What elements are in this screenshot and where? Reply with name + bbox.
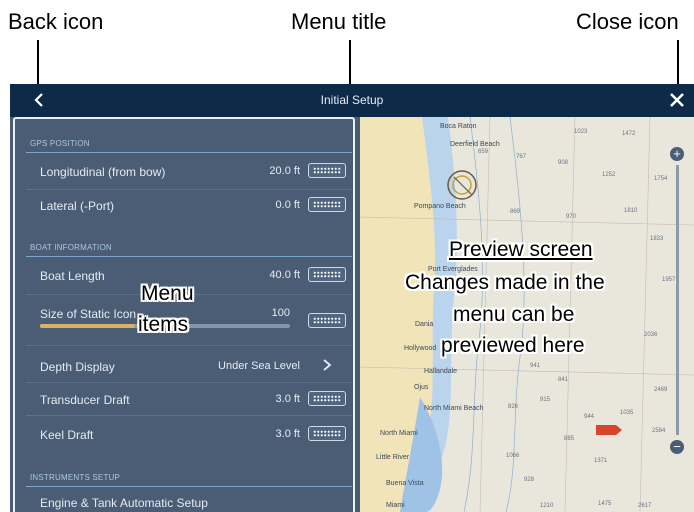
row-label: Lateral (-Port) [40, 199, 115, 213]
depth-sounding: 2036 [644, 332, 658, 338]
row-divider [26, 345, 352, 346]
row-label: Transducer Draft [40, 393, 130, 407]
depth-sounding: 1035 [620, 410, 634, 416]
row-value: 3.0 ft [275, 428, 300, 440]
section-instruments-setup: INSTRUMENTS SETUP [30, 473, 121, 482]
depth-sounding: 1957 [662, 277, 676, 283]
place-little-river: Little River [376, 454, 410, 461]
callout-menu-title: Menu title [291, 9, 387, 34]
place-miami: Miami [386, 502, 405, 509]
depth-sounding: 1833 [650, 236, 664, 242]
callout-preview-heading: Preview screen [449, 238, 593, 261]
zoom-in-button[interactable]: + [670, 147, 684, 161]
depth-sounding: 941 [530, 363, 541, 369]
zoom-slider-track[interactable] [676, 165, 679, 435]
red-vessel-marker [596, 425, 622, 435]
depth-sounding: 659 [478, 149, 489, 155]
close-button[interactable] [666, 89, 688, 111]
row-label: Longitudinal (from bow) [40, 165, 166, 179]
place-hollywood: Hollywood [404, 345, 437, 352]
depth-sounding: 841 [558, 377, 569, 383]
menu-title: Initial Setup [320, 93, 384, 107]
depth-sounding: 1472 [622, 131, 636, 137]
row-depth-display[interactable]: Depth Display Under Sea Level [26, 350, 352, 384]
callout-menu-items-1: Menu [141, 282, 194, 305]
callout-back-icon: Back icon [8, 9, 104, 34]
keyboard-icon[interactable] [308, 267, 346, 282]
slider-fill [40, 324, 135, 328]
place-north-miami-beach: North Miami Beach [424, 405, 484, 412]
chevron-left-icon [34, 93, 43, 107]
title-bar: Initial Setup [10, 84, 694, 117]
row-label: Keel Draft [40, 428, 94, 442]
depth-sounding: 944 [584, 414, 595, 420]
depth-sounding: 869 [510, 209, 521, 215]
place-boca-raton: Boca Raton [440, 123, 477, 130]
back-button[interactable] [30, 90, 50, 110]
section-divider [26, 256, 352, 257]
depth-sounding: 1252 [602, 172, 616, 178]
keyboard-icon[interactable] [308, 313, 346, 328]
callout-menu-items-2: items [138, 313, 189, 336]
depth-sounding: 1210 [540, 503, 554, 509]
row-label: Engine & Tank Automatic Setup [40, 496, 208, 510]
place-dania: Dania [415, 321, 434, 328]
place-hallandale: Hallandale [424, 368, 458, 375]
row-value: 3.0 ft [275, 393, 300, 405]
depth-sounding: 767 [516, 154, 527, 160]
depth-sounding: 2469 [654, 387, 668, 393]
row-value: 40.0 ft [269, 269, 300, 281]
keyboard-icon[interactable] [308, 426, 346, 441]
callout-preview-line3: previewed here [441, 334, 585, 357]
section-gps-position: GPS POSITION [30, 139, 90, 148]
close-x-icon [670, 93, 684, 107]
row-label: Boat Length [40, 269, 105, 283]
row-value: 20.0 ft [269, 165, 300, 177]
section-divider [26, 152, 352, 153]
depth-sounding: 1754 [654, 176, 668, 182]
depth-sounding: 908 [558, 160, 569, 166]
depth-sounding: 885 [564, 436, 575, 442]
depth-sounding: 1066 [506, 453, 520, 459]
row-value: Under Sea Level [218, 360, 300, 372]
place-deerfield-beach: Deerfield Beach [450, 141, 500, 148]
zoom-out-button[interactable]: − [670, 440, 684, 454]
depth-sounding: 2584 [652, 428, 666, 434]
place-pompano-beach: Pompano Beach [414, 203, 466, 210]
row-label: Size of Static Icon [40, 307, 137, 321]
section-boat-information: BOAT INFORMATION [30, 243, 112, 252]
row-divider [26, 415, 352, 416]
row-transducer-draft[interactable]: Transducer Draft 3.0 ft [26, 383, 352, 417]
row-lateral[interactable]: Lateral (-Port) 0.0 ft [26, 189, 352, 223]
section-divider [26, 486, 352, 487]
row-label: Depth Display [40, 360, 115, 374]
row-engine-tank-setup[interactable]: Engine & Tank Automatic Setup [26, 488, 352, 512]
row-value: 100 [271, 307, 290, 319]
row-value: 0.0 ft [275, 199, 300, 211]
callout-close-icon: Close icon [576, 9, 679, 34]
depth-sounding: 2617 [638, 503, 652, 509]
keyboard-icon[interactable] [308, 197, 346, 212]
depth-sounding: 928 [524, 477, 535, 483]
callout-preview-line2: menu can be [453, 303, 575, 326]
row-longitudinal[interactable]: Longitudinal (from bow) 20.0 ft [26, 155, 352, 189]
chevron-right-icon [322, 358, 332, 375]
row-keel-draft[interactable]: Keel Draft 3.0 ft [26, 418, 352, 452]
keyboard-icon[interactable] [308, 163, 346, 178]
place-north-miami: North Miami [380, 430, 418, 437]
place-buena-vista: Buena Vista [386, 480, 424, 487]
keyboard-icon[interactable] [308, 391, 346, 406]
depth-sounding: 1023 [574, 129, 588, 135]
depth-sounding: 970 [566, 214, 577, 220]
depth-sounding: 826 [508, 404, 519, 410]
place-ojus: Ojus [414, 384, 429, 391]
depth-sounding: 915 [540, 397, 551, 403]
depth-sounding: 1810 [624, 208, 638, 214]
depth-sounding: 1371 [594, 458, 608, 464]
callout-preview-line1: Changes made in the [405, 271, 605, 294]
depth-sounding: 1475 [598, 501, 612, 507]
